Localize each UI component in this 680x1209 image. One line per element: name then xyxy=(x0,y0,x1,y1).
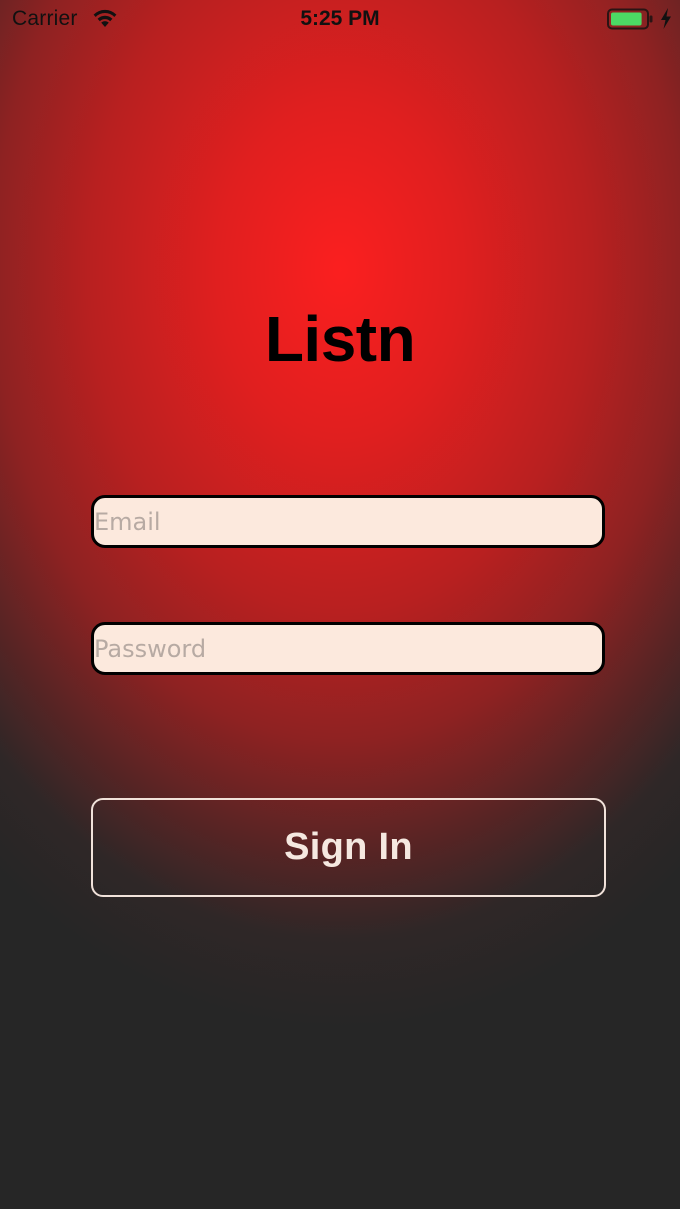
charging-bolt-icon xyxy=(661,8,671,29)
sign-in-button[interactable]: Sign In xyxy=(91,798,606,897)
app-title: Listn xyxy=(264,303,416,375)
sign-in-button-label: Sign In xyxy=(284,826,413,868)
password-field[interactable] xyxy=(91,622,605,675)
status-bar: Carrier 5:25 PM xyxy=(0,0,680,40)
status-time: 5:25 PM xyxy=(300,7,380,30)
battery-charging-icon xyxy=(607,8,653,30)
email-field[interactable] xyxy=(91,495,605,548)
